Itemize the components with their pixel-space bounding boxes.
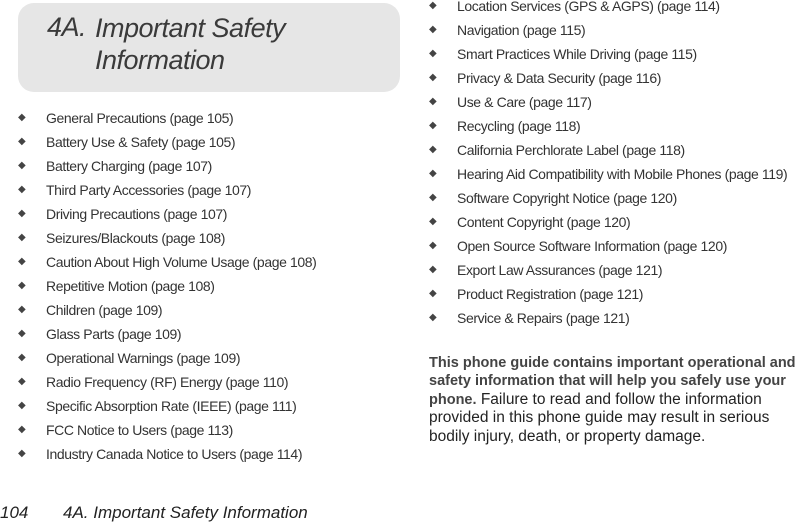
toc-item-label: Recycling (page 118) bbox=[457, 118, 581, 134]
toc-item[interactable]: ◆ Hearing Aid Compatibility with Mobile P… bbox=[429, 162, 788, 186]
toc-item-label: Smart Practices While Driving (page 115) bbox=[457, 46, 697, 62]
diamond-bullet-icon: ◆ bbox=[429, 192, 437, 203]
toc-item[interactable]: ◆ Smart Practices While Driving (page 115… bbox=[429, 42, 787, 66]
toc-item[interactable]: ◆ Battery Charging (page 107) bbox=[18, 154, 316, 178]
toc-item[interactable]: ◆ Product Registration (page 121) bbox=[429, 282, 787, 306]
toc-item[interactable]: ◆ California Perchlorate Label (page 118) bbox=[429, 138, 787, 162]
toc-item-label: Repetitive Motion (page 108) bbox=[46, 278, 215, 294]
diamond-bullet-icon: ◆ bbox=[18, 448, 26, 459]
toc-item[interactable]: ◆ Navigation (page 115) bbox=[429, 18, 787, 42]
page-number: 104 bbox=[0, 503, 29, 522]
toc-item[interactable]: ◆ Glass Parts (page 109) bbox=[18, 322, 316, 346]
footer-section-title: 4A. Important Safety Information bbox=[63, 503, 308, 522]
toc-item[interactable]: ◆ General Precautions (page 105) bbox=[18, 106, 316, 130]
diamond-bullet-icon: ◆ bbox=[429, 120, 437, 131]
toc-item[interactable]: ◆ Industry Canada Notice to Users (page 1… bbox=[18, 442, 316, 466]
diamond-bullet-icon: ◆ bbox=[18, 304, 26, 315]
diamond-bullet-icon: ◆ bbox=[429, 24, 437, 35]
toc-item[interactable]: ◆ Caution About High Volume Usage (page 1… bbox=[18, 250, 317, 274]
toc-item-label: FCC Notice to Users (page 113) bbox=[46, 422, 233, 438]
diamond-bullet-icon: ◆ bbox=[429, 264, 437, 275]
toc-item-label: Service & Repairs (page 121) bbox=[457, 310, 630, 326]
toc-item[interactable]: ◆ Content Copyright (page 120) bbox=[429, 210, 787, 234]
diamond-bullet-icon: ◆ bbox=[429, 312, 437, 323]
diamond-bullet-icon: ◆ bbox=[429, 288, 437, 299]
toc-item-label: Navigation (page 115) bbox=[457, 22, 586, 38]
toc-item-label: Location Services (GPS & AGPS) (page 114… bbox=[457, 0, 720, 14]
diamond-bullet-icon: ◆ bbox=[18, 400, 26, 411]
toc-item-label: Content Copyright (page 120) bbox=[457, 214, 631, 230]
toc-item-label: Third Party Accessories (page 107) bbox=[46, 182, 252, 198]
toc-item[interactable]: ◆ Specific Absorption Rate (IEEE) (page 1… bbox=[18, 394, 316, 418]
diamond-bullet-icon: ◆ bbox=[429, 48, 437, 59]
toc-item-label: Caution About High Volume Usage (page 10… bbox=[46, 254, 317, 270]
diamond-bullet-icon: ◆ bbox=[18, 112, 26, 123]
toc-item-label: Specific Absorption Rate (IEEE) (page 11… bbox=[46, 398, 297, 414]
toc-item-label: Battery Use & Safety (page 105) bbox=[46, 134, 236, 150]
toc-item-label: California Perchlorate Label (page 118) bbox=[457, 142, 685, 158]
intro-paragraph: This phone guide contains important oper… bbox=[429, 354, 804, 447]
diamond-bullet-icon: ◆ bbox=[18, 136, 26, 147]
intro-regular-text: Failure to read and follow the informati… bbox=[429, 390, 770, 445]
toc-item-label: Children (page 109) bbox=[46, 302, 163, 318]
toc-item-label: Seizures/Blackouts (page 108) bbox=[46, 230, 226, 246]
diamond-bullet-icon: ◆ bbox=[429, 0, 437, 11]
toc-item-label: Operational Warnings (page 109) bbox=[46, 350, 241, 366]
toc-item[interactable]: ◆ FCC Notice to Users (page 113) bbox=[18, 418, 316, 442]
toc-item-label: Glass Parts (page 109) bbox=[46, 326, 182, 342]
diamond-bullet-icon: ◆ bbox=[18, 232, 26, 243]
diamond-bullet-icon: ◆ bbox=[18, 184, 26, 195]
diamond-bullet-icon: ◆ bbox=[429, 96, 437, 107]
diamond-bullet-icon: ◆ bbox=[18, 424, 26, 435]
toc-item[interactable]: ◆ Export Law Assurances (page 121) bbox=[429, 258, 787, 282]
toc-item-label: Industry Canada Notice to Users (page 11… bbox=[46, 446, 303, 462]
toc-item-label: Hearing Aid Compatibility with Mobile Ph… bbox=[457, 166, 788, 182]
toc-item[interactable]: ◆ Software Copyright Notice (page 120) bbox=[429, 186, 787, 210]
toc-item[interactable]: ◆ Battery Use & Safety (page 105) bbox=[18, 130, 316, 154]
toc-item[interactable]: ◆ Location Services (GPS & AGPS) (page 11… bbox=[429, 0, 787, 18]
diamond-bullet-icon: ◆ bbox=[429, 216, 437, 227]
diamond-bullet-icon: ◆ bbox=[429, 168, 437, 179]
toc-item-label: Product Registration (page 121) bbox=[457, 286, 644, 302]
toc-list-right: ◆ Location Services (GPS & AGPS) (page 11… bbox=[429, 0, 788, 330]
diamond-bullet-icon: ◆ bbox=[429, 72, 437, 83]
diamond-bullet-icon: ◆ bbox=[18, 160, 26, 171]
toc-item[interactable]: ◆ Open Source Software Information (page … bbox=[429, 234, 787, 258]
toc-item[interactable]: ◆ Recycling (page 118) bbox=[429, 114, 787, 138]
toc-item-label: Battery Charging (page 107) bbox=[46, 158, 212, 174]
toc-list-left: ◆ General Precautions (page 105) ◆ Battery … bbox=[18, 106, 317, 466]
toc-item[interactable]: ◆ Children (page 109) bbox=[18, 298, 316, 322]
diamond-bullet-icon: ◆ bbox=[18, 280, 26, 291]
toc-item[interactable]: ◆ Privacy & Data Security (page 116) bbox=[429, 66, 787, 90]
toc-item[interactable]: ◆ Driving Precautions (page 107) bbox=[18, 202, 316, 226]
toc-item[interactable]: ◆ Use & Care (page 117) bbox=[429, 90, 787, 114]
diamond-bullet-icon: ◆ bbox=[18, 256, 26, 267]
section-number: 4A. bbox=[47, 12, 87, 42]
diamond-bullet-icon: ◆ bbox=[18, 376, 26, 387]
toc-item-label: Driving Precautions (page 107) bbox=[46, 206, 227, 222]
toc-item[interactable]: ◆ Service & Repairs (page 121) bbox=[429, 306, 787, 330]
diamond-bullet-icon: ◆ bbox=[18, 352, 26, 363]
diamond-bullet-icon: ◆ bbox=[18, 208, 26, 219]
toc-item-label: Export Law Assurances (page 121) bbox=[457, 262, 663, 278]
diamond-bullet-icon: ◆ bbox=[429, 144, 437, 155]
toc-item-label: Open Source Software Information (page 1… bbox=[457, 238, 727, 254]
toc-item[interactable]: ◆ Radio Frequency (RF) Energy (page 110) bbox=[18, 370, 316, 394]
toc-item[interactable]: ◆ Repetitive Motion (page 108) bbox=[18, 274, 316, 298]
diamond-bullet-icon: ◆ bbox=[18, 328, 26, 339]
toc-item-label: General Precautions (page 105) bbox=[46, 110, 234, 126]
toc-item-label: Software Copyright Notice (page 120) bbox=[457, 190, 677, 206]
toc-item-label: Radio Frequency (RF) Energy (page 110) bbox=[46, 374, 289, 390]
toc-item[interactable]: ◆ Third Party Accessories (page 107) bbox=[18, 178, 316, 202]
toc-item-label: Use & Care (page 117) bbox=[457, 94, 592, 110]
toc-item-label: Privacy & Data Security (page 116) bbox=[457, 70, 662, 86]
diamond-bullet-icon: ◆ bbox=[429, 240, 437, 251]
toc-item[interactable]: ◆ Seizures/Blackouts (page 108) bbox=[18, 226, 316, 250]
toc-item[interactable]: ◆ Operational Warnings (page 109) bbox=[18, 346, 316, 370]
section-title: Important Safety Information bbox=[95, 13, 286, 75]
